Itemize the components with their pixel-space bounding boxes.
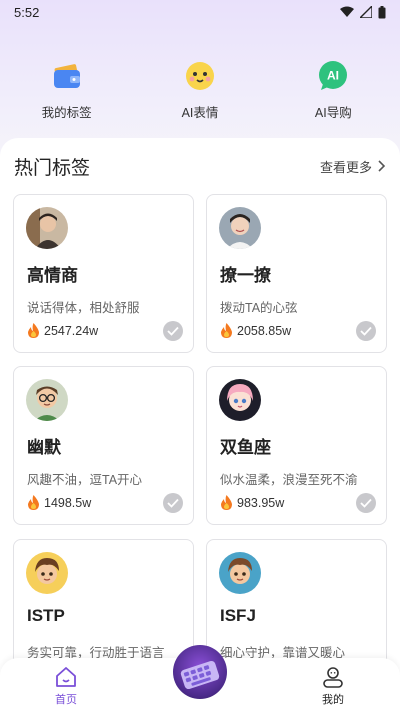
see-more-label: 查看更多 [319,159,372,175]
avatar [219,552,261,594]
heat-value: 2058.85w [237,323,292,338]
card-description: 风趣不油，逗TA开心 [27,473,143,487]
flame-icon [28,495,39,510]
card-title: 撩一撩 [220,266,271,285]
card-title: 幽默 [27,438,61,457]
nav-me-label: 我的 [322,694,344,706]
card-title: 高情商 [27,266,78,285]
ai-bubble-icon: AI [317,60,349,92]
quick-action-my-tags[interactable]: 我的标签 [0,60,133,124]
avatar [219,207,261,249]
emoji-face-icon [184,60,216,92]
keyboard-button[interactable] [173,645,227,699]
status-icons [340,5,386,19]
signal-icon [360,6,372,18]
status-bar: 5:52 [0,0,400,24]
quick-action-label: AI表情 [181,106,219,120]
quick-actions: 我的标签 AI表情 AI AI导购 [0,60,400,124]
tag-card[interactable]: 高情商 说话得体，相处舒服 2547.24w [13,194,194,353]
wifi-icon [340,6,354,17]
quick-action-label: 我的标签 [41,106,92,120]
quick-action-label: AI导购 [314,106,352,120]
tag-card[interactable]: 幽默 风趣不油，逗TA开心 1498.5w [13,366,194,525]
status-time: 5:52 [14,4,40,20]
check-icon[interactable] [163,493,183,513]
heat-value: 1498.5w [44,495,92,510]
quick-action-ai-shopping[interactable]: AI AI导购 [267,60,400,124]
see-more-link[interactable]: 查看更多 [320,157,386,176]
flame-icon [28,323,39,338]
nav-home-label: 首页 [55,694,77,706]
avatar [26,207,68,249]
card-heat: 2547.24w [27,323,98,338]
card-description: 似水温柔，浪漫至死不渝 [220,473,358,487]
section-header: 热门标签 查看更多 [14,154,386,179]
flame-icon [221,323,232,338]
card-title: ISFJ [220,606,256,625]
card-description: 拨动TA的心弦 [220,301,298,315]
card-title: 双鱼座 [220,438,271,457]
wallet-icon [51,60,83,92]
heat-value: 983.95w [237,495,285,510]
nav-me[interactable]: 我的 [303,666,363,707]
tag-card[interactable]: 撩一撩 拨动TA的心弦 2058.85w [206,194,387,353]
avatar [219,379,261,421]
nav-home[interactable]: 首页 [36,666,96,707]
battery-icon [378,5,386,18]
tag-card[interactable]: 双鱼座 似水温柔，浪漫至死不渝 983.95w [206,366,387,525]
avatar [26,552,68,594]
quick-action-ai-emoji[interactable]: AI表情 [133,60,266,124]
profile-icon [323,667,343,688]
check-icon[interactable] [163,321,183,341]
heat-value: 2547.24w [44,323,99,338]
svg-text:AI: AI [327,69,339,83]
card-heat: 1498.5w [27,495,91,510]
check-icon[interactable] [356,493,376,513]
flame-icon [221,495,232,510]
check-icon[interactable] [356,321,376,341]
home-icon [56,667,76,687]
section-title: 热门标签 [14,157,91,179]
keyboard-icon [180,660,220,690]
avatar [26,379,68,421]
card-description: 说话得体，相处舒服 [27,301,140,315]
card-heat: 983.95w [220,495,284,510]
chevron-right-icon [378,160,386,172]
card-heat: 2058.85w [220,323,291,338]
card-title: ISTP [27,606,65,625]
